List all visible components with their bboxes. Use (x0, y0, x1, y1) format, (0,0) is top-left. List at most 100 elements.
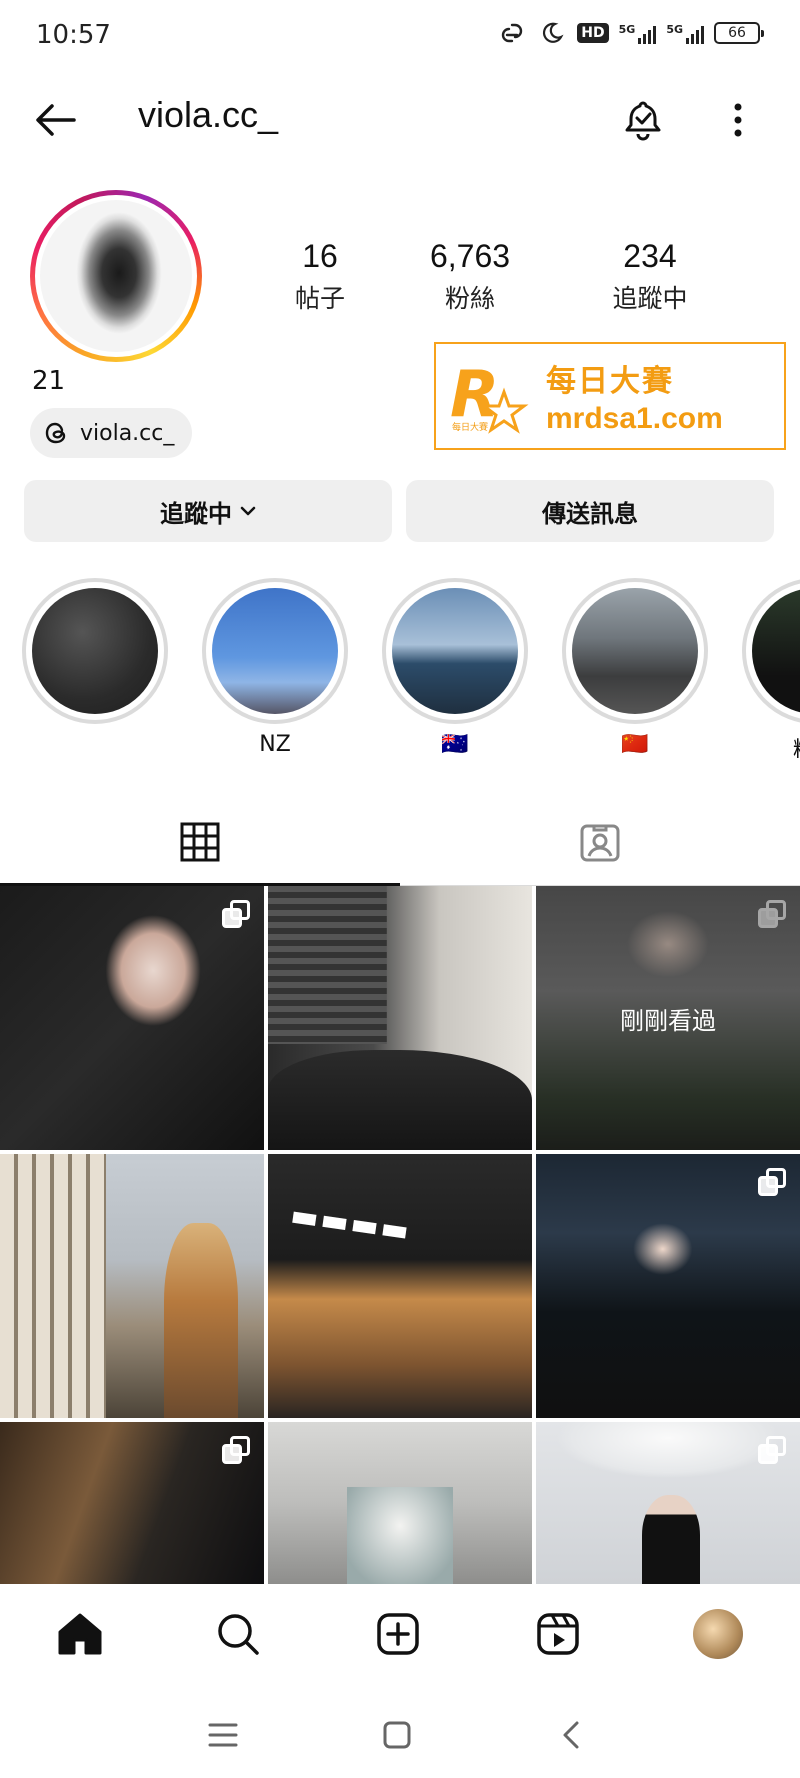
post-thumbnail[interactable]: ▬▬▬▬ (268, 1154, 532, 1418)
highlight-label: 精選 (742, 732, 800, 758)
post-thumbnail[interactable] (536, 1422, 800, 1584)
nav-create[interactable] (368, 1604, 428, 1664)
notifications-button[interactable] (615, 92, 671, 148)
nav-profile[interactable] (688, 1604, 748, 1664)
more-options-button[interactable] (710, 92, 766, 148)
highlight-cover (572, 588, 698, 714)
grid-icon (180, 822, 220, 861)
search-icon (218, 1614, 259, 1655)
message-button[interactable]: 傳送訊息 (406, 480, 774, 542)
status-bar: 10:57 HD 5G 5G 66 (0, 0, 800, 72)
moon-icon (537, 18, 567, 48)
nav-reels[interactable] (528, 1604, 588, 1664)
highlight-item[interactable]: 精選 (742, 578, 800, 758)
nav-home[interactable] (50, 1604, 110, 1664)
highlight-label: NZ (259, 732, 291, 757)
watermark-title: 每日大賽 (546, 364, 674, 399)
stat-following[interactable]: 234 追蹤中 (560, 238, 740, 315)
watermark-banner: R 每日大賽 每日大賽 mrdsa1.com (434, 342, 786, 450)
tagged-icon (580, 824, 620, 862)
stat-value: 234 (623, 238, 677, 274)
home-button[interactable] (372, 1710, 422, 1760)
stat-value: 16 (302, 238, 338, 274)
reels-icon (537, 1613, 579, 1655)
post-thumbnail[interactable] (0, 1154, 264, 1418)
system-back-button[interactable] (546, 1710, 596, 1760)
message-label: 傳送訊息 (542, 499, 638, 528)
status-icons: HD 5G 5G 66 (497, 18, 764, 48)
stat-label: 帖子 (294, 284, 345, 313)
highlight-label: 🇨🇳 (621, 732, 649, 757)
threads-handle: viola.cc_ (80, 420, 175, 446)
back-button[interactable] (28, 92, 84, 148)
home-icon (58, 1613, 102, 1655)
bell-check-icon (625, 101, 661, 141)
profile-header: viola.cc_ (0, 82, 800, 158)
arrow-left-icon (36, 104, 76, 136)
profile-avatar[interactable] (30, 190, 202, 362)
highlight-item[interactable]: NZ (202, 578, 348, 758)
recents-button[interactable] (198, 1710, 248, 1760)
post-thumbnail[interactable]: 剛剛看過 (536, 886, 800, 1150)
highlight-cover (212, 588, 338, 714)
chevron-left-icon (563, 1721, 579, 1749)
highlight-item[interactable] (22, 578, 168, 758)
multi-photo-icon (222, 900, 250, 928)
chevron-down-icon (240, 506, 256, 516)
bottom-navigation (0, 1584, 800, 1686)
system-navigation (0, 1688, 800, 1778)
profile-username: viola.cc_ (138, 94, 279, 135)
following-label: 追蹤中 (160, 499, 232, 528)
profile-stats: 16 帖子 6,763 粉絲 234 追蹤中 (260, 238, 780, 315)
plus-square-icon (377, 1613, 419, 1655)
tab-posts-grid[interactable] (0, 800, 400, 886)
watermark-url: mrdsa1.com (546, 402, 723, 435)
recently-viewed-overlay: 剛剛看過 (536, 886, 800, 1150)
highlight-item[interactable]: 🇦🇺 (382, 578, 528, 758)
threads-icon (45, 422, 66, 444)
stat-label: 粉絲 (444, 284, 495, 313)
recently-viewed-label: 剛剛看過 (620, 1006, 716, 1035)
square-icon (383, 1721, 411, 1749)
highlight-label: 🇦🇺 (441, 732, 469, 757)
watermark-logo: R 每日大賽 (436, 344, 536, 448)
nav-search[interactable] (208, 1604, 268, 1664)
post-thumbnail[interactable] (536, 1154, 800, 1418)
more-vertical-icon (734, 103, 742, 137)
threads-link[interactable]: viola.cc_ (30, 408, 193, 458)
highlight-cover (32, 588, 158, 714)
multi-photo-icon (758, 1436, 786, 1464)
sign-graphic: ▬▬▬▬ (288, 1197, 414, 1250)
status-time: 10:57 (36, 20, 111, 50)
signal-icon: 5G (619, 22, 657, 44)
link-icon (497, 18, 527, 48)
stat-posts[interactable]: 16 帖子 (260, 238, 380, 315)
bio-name: 21 (32, 366, 66, 396)
profile-tabs (0, 800, 800, 886)
story-highlights: NZ 🇦🇺 🇨🇳 精選 (0, 578, 800, 758)
post-thumbnail[interactable] (268, 886, 532, 1150)
signal-icon-2: 5G (666, 22, 704, 44)
post-thumbnail[interactable] (0, 886, 264, 1150)
battery-icon: 66 (714, 22, 764, 44)
multi-photo-icon (222, 1436, 250, 1464)
hd-badge: HD (577, 23, 609, 43)
post-thumbnail[interactable] (268, 1422, 532, 1584)
tab-tagged[interactable] (400, 800, 800, 886)
menu-icon (208, 1723, 238, 1747)
avatar-image (40, 200, 192, 352)
stat-label: 追蹤中 (612, 284, 688, 313)
posts-grid: 剛剛看過 ▬▬▬▬ (0, 886, 800, 1584)
svg-text:R: R (450, 358, 499, 432)
highlight-cover (392, 588, 518, 714)
highlight-label (22, 732, 168, 758)
svg-text:每日大賽: 每日大賽 (452, 421, 488, 433)
stat-value: 6,763 (429, 238, 511, 274)
highlight-cover (752, 588, 800, 714)
avatar (693, 1609, 743, 1659)
stat-followers[interactable]: 6,763 粉絲 (380, 238, 560, 315)
highlight-item[interactable]: 🇨🇳 (562, 578, 708, 758)
multi-photo-icon (758, 1168, 786, 1196)
post-thumbnail[interactable] (0, 1422, 264, 1584)
following-button[interactable]: 追蹤中 (24, 480, 392, 542)
